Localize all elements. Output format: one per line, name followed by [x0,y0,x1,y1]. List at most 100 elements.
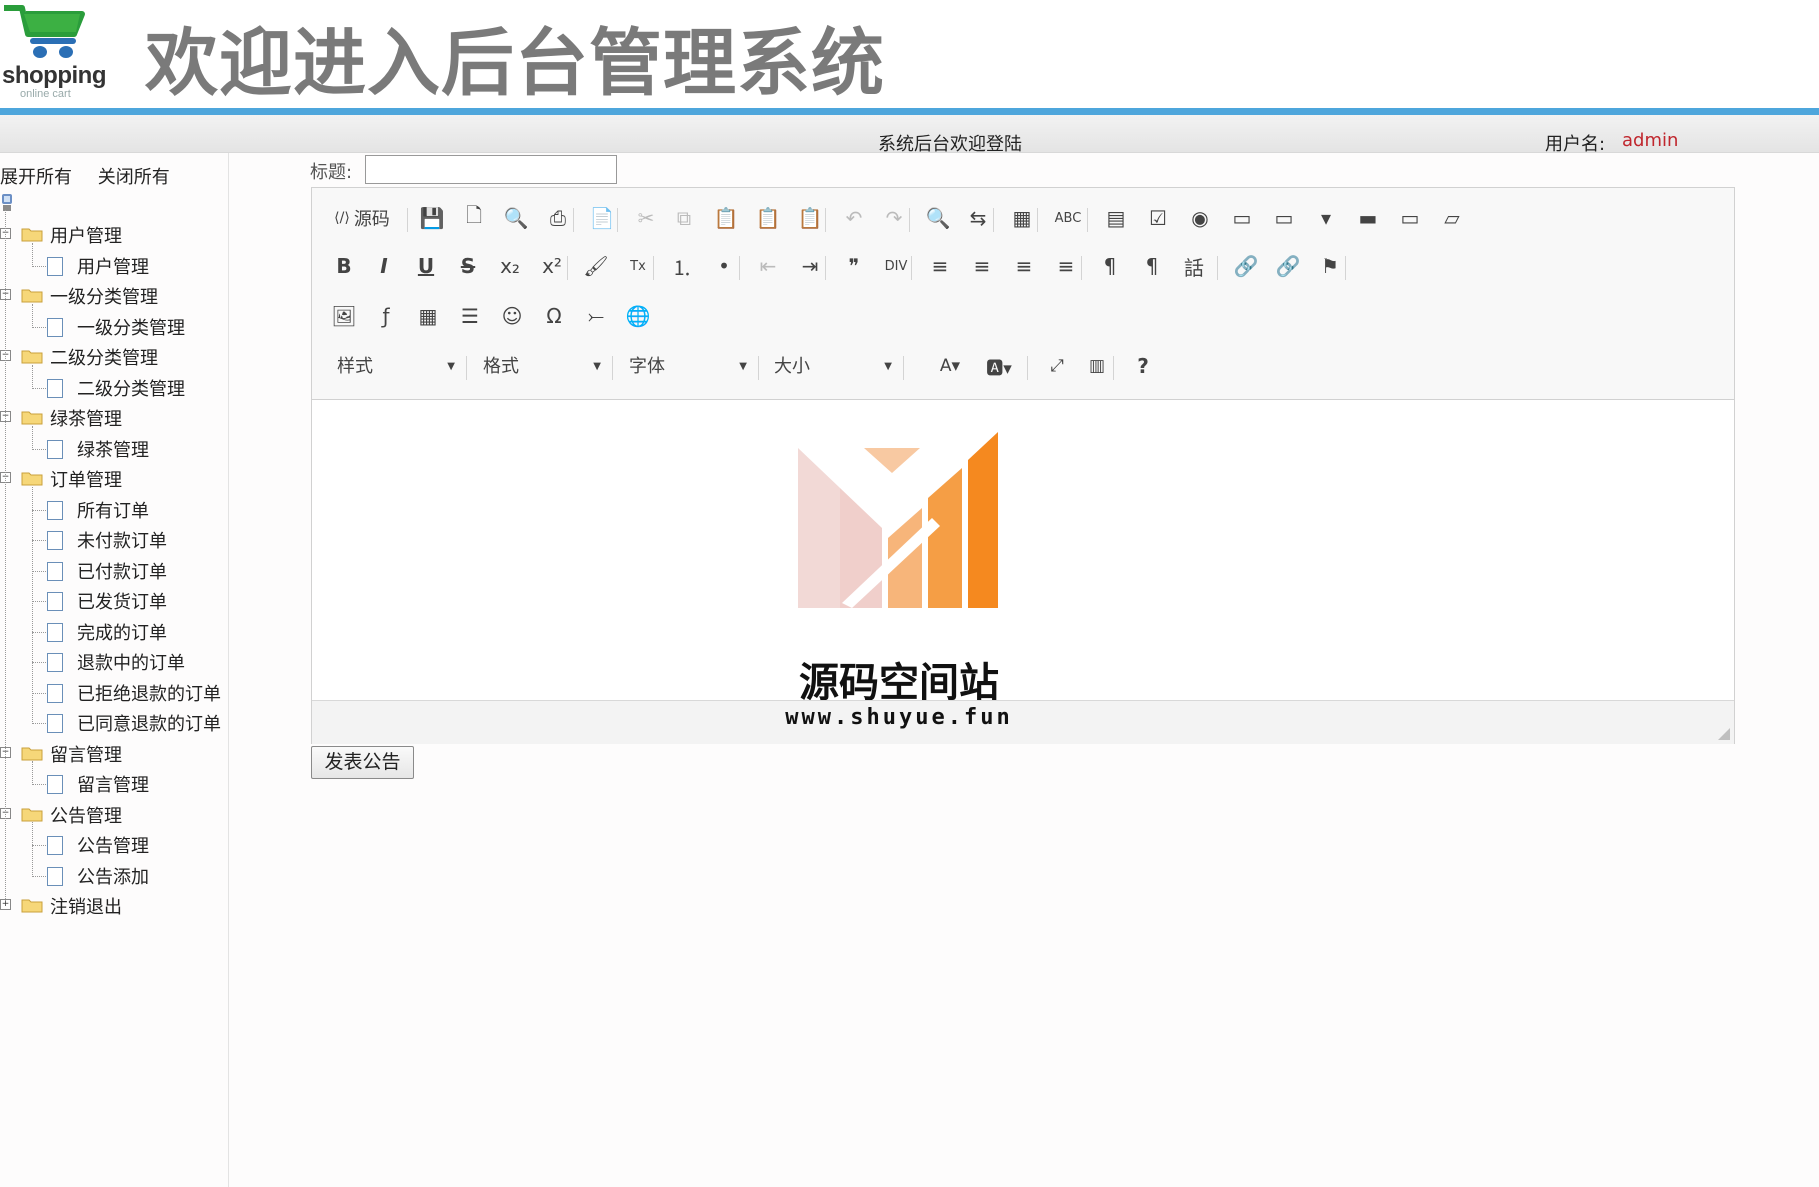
tree-group[interactable]: − 绿茶管理 [0,403,228,433]
table-icon[interactable]: ▦ [411,296,445,336]
replace-icon[interactable]: ⇆ [961,198,995,238]
styles-combo[interactable]: 样式 ▼ [337,352,455,382]
link-icon[interactable]: 🔗 [1229,246,1263,286]
templates-icon[interactable]: 📄 [585,198,619,238]
paste-text-icon[interactable]: 📋 [751,198,785,238]
tree-group[interactable]: + 注销退出 [0,891,228,921]
tree-item[interactable]: 公告管理 [0,830,228,860]
tree-item-label[interactable]: 公告添加 [77,863,149,889]
resize-handle-icon[interactable] [1718,728,1730,740]
tree-item-label[interactable]: 完成的订单 [77,619,167,645]
font-combo[interactable]: 字体 ▼ [629,352,747,382]
undo-icon[interactable]: ↶ [837,198,871,238]
horizontal-rule-icon[interactable]: ☰ [453,296,487,336]
size-combo[interactable]: 大小 ▼ [774,352,892,382]
form-icon[interactable]: ▤ [1099,198,1133,238]
publish-notice-button[interactable]: 发表公告 [311,746,414,779]
tree-group-label[interactable]: 订单管理 [50,466,122,492]
div-icon[interactable]: DIV [879,246,913,286]
source-icon[interactable]: ⟨/⟩ 源码 [327,198,397,238]
underline-icon[interactable]: U [409,246,443,286]
tree-item[interactable]: 留言管理 [0,769,228,799]
tree-group[interactable]: − 一级分类管理 [0,281,228,311]
align-left-icon[interactable]: ≡ [923,246,957,286]
superscript-icon[interactable]: x² [535,246,569,286]
print-icon[interactable]: ⎙ [541,198,575,238]
maximize-icon[interactable]: ⤢ [1037,346,1077,386]
tree-item-label[interactable]: 未付款订单 [77,527,167,553]
tree-item-label[interactable]: 二级分类管理 [77,375,185,401]
find-icon[interactable]: 🔍 [921,198,955,238]
editor-content-area[interactable]: 源码空间站 [312,400,1734,706]
select-all-icon[interactable]: ▦ [1005,198,1039,238]
tree-group-label[interactable]: 公告管理 [50,802,122,828]
strike-icon[interactable]: S [451,246,485,286]
image-icon[interactable]: 🖼 [327,296,361,336]
flash-icon[interactable]: ƒ [369,296,403,336]
align-right-icon[interactable]: ≡ [1007,246,1041,286]
format-combo[interactable]: 格式 ▼ [483,352,601,382]
tree-item-label[interactable]: 已同意退款的订单 [77,710,221,736]
copy-format-icon[interactable]: 🖌 [579,246,613,286]
justify-icon[interactable]: ≡ [1049,246,1083,286]
anchor-icon[interactable]: ⚑ [1313,246,1347,286]
unlink-icon[interactable]: 🔗 [1271,246,1305,286]
tree-item-label[interactable]: 用户管理 [77,253,149,279]
language-icon[interactable]: 話 [1177,246,1211,286]
tree-item[interactable]: 一级分类管理 [0,312,228,342]
rtl-icon[interactable]: ¶ [1135,246,1169,286]
tree-item-label[interactable]: 退款中的订单 [77,649,185,675]
textarea-icon[interactable]: ▭ [1267,198,1301,238]
tree-group[interactable]: − 订单管理 [0,464,228,494]
tree-item[interactable]: 二级分类管理 [0,373,228,403]
tree-item[interactable]: 绿茶管理 [0,434,228,464]
tree-item[interactable]: 已拒绝退款的订单 [0,678,228,708]
tree-group-label[interactable]: 绿茶管理 [50,405,122,431]
tree-group[interactable]: − 公告管理 [0,800,228,830]
page-break-icon[interactable]: ⤚ [579,296,613,336]
tree-group-label[interactable]: 一级分类管理 [50,283,158,309]
paste-word-icon[interactable]: 📋 [793,198,827,238]
expand-all-link[interactable]: 展开所有 [0,167,72,188]
tree-item-label[interactable]: 所有订单 [77,497,149,523]
tree-item[interactable]: 退款中的订单 [0,647,228,677]
bold-icon[interactable]: B [327,246,361,286]
image-button-icon[interactable]: ▭ [1393,198,1427,238]
checkbox-icon[interactable]: ☑ [1141,198,1175,238]
preview-icon[interactable]: 🔍 [499,198,533,238]
bg-color-icon[interactable]: 🅰▾ [979,346,1019,386]
tree-item-label[interactable]: 公告管理 [77,832,149,858]
tree-item[interactable]: 公告添加 [0,861,228,891]
text-field-icon[interactable]: ▭ [1225,198,1259,238]
tree-group[interactable]: − 二级分类管理 [0,342,228,372]
hidden-field-icon[interactable]: ▱ [1435,198,1469,238]
paste-icon[interactable]: 📋 [709,198,743,238]
help-icon[interactable]: ? [1123,346,1163,386]
bulleted-list-icon[interactable]: • [707,246,741,286]
save-icon[interactable]: 💾 [415,198,449,238]
special-char-icon[interactable]: Ω [537,296,571,336]
radio-icon[interactable]: ◉ [1183,198,1217,238]
numbered-list-icon[interactable]: ⒈ [665,246,699,286]
title-input[interactable] [365,155,617,184]
tree-item-label[interactable]: 已付款订单 [77,558,167,584]
subscript-icon[interactable]: x₂ [493,246,527,286]
tree-group-label[interactable]: 二级分类管理 [50,344,158,370]
tree-item-label[interactable]: 一级分类管理 [77,314,185,340]
tree-item-label[interactable]: 已拒绝退款的订单 [77,680,221,706]
italic-icon[interactable]: I [367,246,401,286]
cut-icon[interactable]: ✂ [629,198,663,238]
new-page-icon[interactable]: 🗋 [457,198,491,238]
tree-group-label[interactable]: 用户管理 [50,222,122,248]
redo-icon[interactable]: ↷ [877,198,911,238]
tree-item[interactable]: 已付款订单 [0,556,228,586]
indent-icon[interactable]: ⇥ [793,246,827,286]
tree-item[interactable]: 已发货订单 [0,586,228,616]
tree-item[interactable]: 用户管理 [0,251,228,281]
ltr-icon[interactable]: ¶ [1093,246,1127,286]
smiley-icon[interactable]: ☺ [495,296,529,336]
tree-item[interactable]: 所有订单 [0,495,228,525]
outdent-icon[interactable]: ⇤ [751,246,785,286]
tree-item-label[interactable]: 绿茶管理 [77,436,149,462]
align-center-icon[interactable]: ≡ [965,246,999,286]
